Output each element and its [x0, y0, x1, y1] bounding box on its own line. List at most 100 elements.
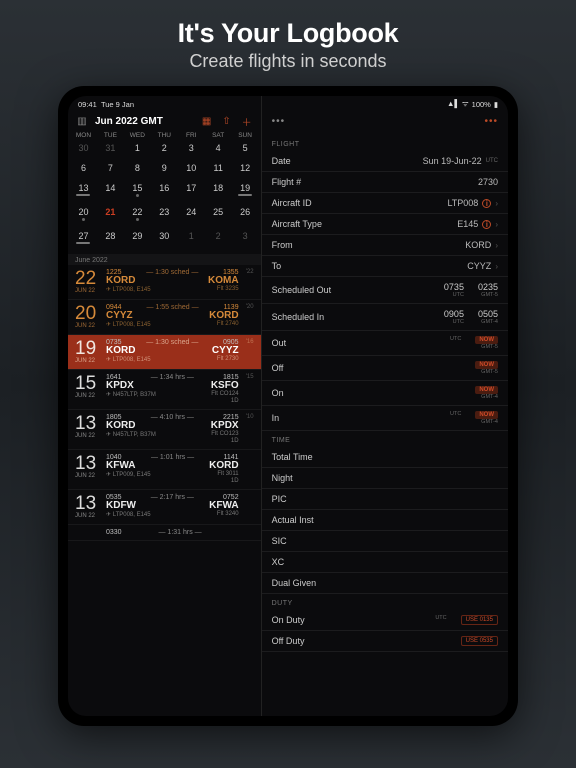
row-total[interactable]: Total Time [262, 447, 508, 468]
calendar[interactable]: 3031123456789101112131415161718192021222… [68, 139, 261, 254]
row-in[interactable]: InUTCNOWGMT-4 [262, 406, 508, 431]
row-sic[interactable]: SIC [262, 531, 508, 552]
share-icon[interactable]: ⇧ [220, 114, 234, 128]
day-col: TUE [97, 132, 124, 139]
calendar-day[interactable]: 5 [232, 139, 259, 159]
calendar-day[interactable]: 30 [151, 227, 178, 250]
flight-row[interactable]: 19JUN 22 0735— 1:30 sched —0905 KORDCYYZ… [68, 335, 261, 370]
info-icon[interactable]: i [482, 199, 491, 208]
wifi-icon: ▲▌ ᯤ [447, 99, 469, 109]
row-pic[interactable]: PIC [262, 489, 508, 510]
calendar-day[interactable]: 1 [178, 227, 205, 250]
calendar-day[interactable]: 3 [232, 227, 259, 250]
calendar-day[interactable]: 30 [70, 139, 97, 159]
calendar-day[interactable]: 4 [205, 139, 232, 159]
tablet-frame: 09:41 Tue 9 Jan ▲▌ ᯤ100%▮ ▥ Jun 2022 GMT… [58, 86, 518, 726]
day-col: SAT [205, 132, 232, 139]
flight-row[interactable]: 22JUN 22 1225— 1:30 sched —1355 KORDKOMA… [68, 265, 261, 300]
row-sched-in[interactable]: Scheduled In0905UTC0505GMT-4 [262, 304, 508, 331]
row-night[interactable]: Night [262, 468, 508, 489]
list-month-header: June 2022 [68, 254, 261, 265]
section-flight: FLIGHT [262, 135, 508, 151]
row-aircraft[interactable]: Aircraft IDLTP008i› [262, 193, 508, 214]
calendar-day[interactable]: 16 [151, 179, 178, 203]
flight-row[interactable]: 13JUN 22 1805— 4:10 hrs —2215 KORDKPDX ✈… [68, 410, 261, 450]
calendar-day[interactable]: 6 [70, 159, 97, 179]
row-xc[interactable]: XC [262, 552, 508, 573]
calendar-day[interactable]: 15 [124, 179, 151, 203]
now-button[interactable]: NOW [475, 386, 498, 394]
row-type[interactable]: Aircraft TypeE145i› [262, 214, 508, 235]
day-col: SUN [232, 132, 259, 139]
row-sched-out[interactable]: Scheduled Out0735UTC0235GMT-5 [262, 277, 508, 304]
calendar-day[interactable]: 24 [178, 203, 205, 227]
calendar-day[interactable]: 12 [232, 159, 259, 179]
hero-subtitle: Create flights in seconds [0, 51, 576, 72]
chevron-icon: › [495, 262, 498, 271]
calendar-day[interactable]: 3 [178, 139, 205, 159]
row-actual-inst[interactable]: Actual Inst [262, 510, 508, 531]
calendar-day[interactable]: 19 [232, 179, 259, 203]
now-button[interactable]: NOW [475, 361, 498, 369]
left-panel: ▥ Jun 2022 GMT ▦ ⇧ ＋ MONTUEWEDTHUFRISATS… [68, 96, 262, 716]
calendar-day[interactable]: 9 [151, 159, 178, 179]
section-time: TIME [262, 431, 508, 447]
row-off[interactable]: OffNOWGMT-5 [262, 356, 508, 381]
day-col: THU [151, 132, 178, 139]
calendar-day[interactable]: 18 [205, 179, 232, 203]
calendar-day[interactable]: 2 [151, 139, 178, 159]
calendar-day[interactable]: 11 [205, 159, 232, 179]
add-icon[interactable]: ＋ [240, 114, 254, 128]
calendar-day[interactable]: 25 [205, 203, 232, 227]
row-flight[interactable]: Flight #2730 [262, 172, 508, 193]
flight-row[interactable]: 13JUN 22 1040— 1:01 hrs —1141 KFWAKORD ✈… [68, 450, 261, 490]
calendar-day[interactable]: 20 [70, 203, 97, 227]
calendar-day[interactable]: 27 [70, 227, 97, 250]
calendar-day[interactable]: 28 [97, 227, 124, 250]
flight-row[interactable]: 13JUN 22 0535— 2:17 hrs —0752 KDFWKFWA ✈… [68, 490, 261, 525]
more-actions-icon[interactable]: ••• [484, 116, 498, 127]
flight-row[interactable]: 20JUN 22 0944— 1:55 sched —1139 CYYZKORD… [68, 300, 261, 335]
now-button[interactable]: NOW [475, 411, 498, 419]
calendar-day[interactable]: 7 [97, 159, 124, 179]
now-button[interactable]: NOW [475, 336, 498, 344]
flight-list[interactable]: June 2022 22JUN 22 1225— 1:30 sched —135… [68, 254, 261, 716]
calendar-day[interactable]: 1 [124, 139, 151, 159]
calendar-day[interactable]: 21 [97, 203, 124, 227]
day-col: FRI [178, 132, 205, 139]
screen: 09:41 Tue 9 Jan ▲▌ ᯤ100%▮ ▥ Jun 2022 GMT… [68, 96, 508, 716]
calendar-icon[interactable]: ▦ [200, 114, 214, 128]
month-label[interactable]: Jun 2022 GMT [95, 116, 194, 127]
calendar-day[interactable]: 2 [205, 227, 232, 250]
calendar-day[interactable]: 26 [232, 203, 259, 227]
calendar-day[interactable]: 22 [124, 203, 151, 227]
day-col: WED [124, 132, 151, 139]
calendar-day[interactable]: 8 [124, 159, 151, 179]
row-dual[interactable]: Dual Given [262, 573, 508, 594]
row-to[interactable]: ToCYYZ› [262, 256, 508, 277]
calendar-day[interactable]: 31 [97, 139, 124, 159]
calendar-day[interactable]: 29 [124, 227, 151, 250]
hero-title: It's Your Logbook [0, 18, 576, 49]
chevron-icon: › [495, 241, 498, 250]
calendar-day[interactable]: 17 [178, 179, 205, 203]
day-col: MON [70, 132, 97, 139]
row-from[interactable]: FromKORD› [262, 235, 508, 256]
use-button[interactable]: USE 0535 [461, 636, 498, 646]
row-date[interactable]: DateSun 19-Jun-22UTC [262, 151, 508, 172]
use-button[interactable]: USE 0135 [461, 615, 498, 625]
more-icon[interactable]: ••• [272, 116, 286, 127]
row-on[interactable]: OnNOWGMT-4 [262, 381, 508, 406]
calendar-day[interactable]: 14 [97, 179, 124, 203]
row-out[interactable]: OutUTCNOWGMT-5 [262, 331, 508, 356]
calendar-day[interactable]: 13 [70, 179, 97, 203]
flight-row[interactable]: 0330— 1:31 hrs — [68, 525, 261, 541]
chevron-icon: › [495, 220, 498, 229]
flight-row[interactable]: 15JUN 22 1641— 1:34 hrs —1815 KPDXKSFO ✈… [68, 370, 261, 410]
sidebar-icon[interactable]: ▥ [75, 114, 89, 128]
info-icon[interactable]: i [482, 220, 491, 229]
row-offduty[interactable]: Off DutyUSE 0535 [262, 631, 508, 652]
calendar-day[interactable]: 23 [151, 203, 178, 227]
calendar-day[interactable]: 10 [178, 159, 205, 179]
row-onduty[interactable]: On DutyUTCUSE 0135 [262, 610, 508, 631]
